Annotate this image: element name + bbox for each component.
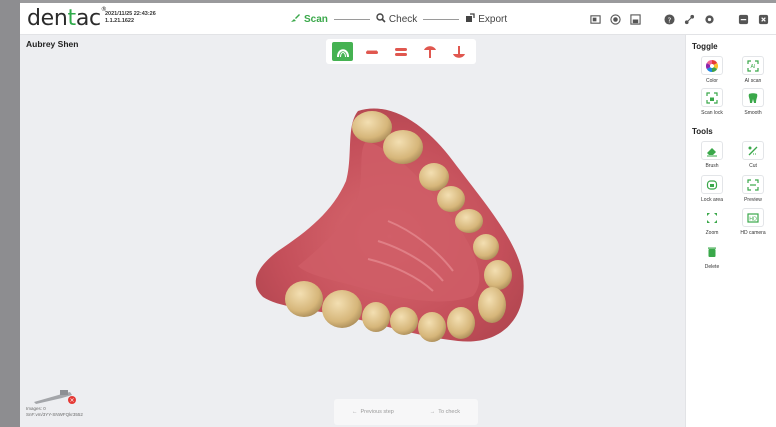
- tool-brush-label: Brush: [705, 163, 719, 169]
- scan-meta: 2021/11/25 22:43:26 1.1.21.1622: [105, 11, 156, 25]
- share-icon[interactable]: [682, 12, 696, 26]
- export-icon: [465, 12, 475, 26]
- step-check-label: Check: [388, 13, 418, 25]
- step-scan-label: Scan: [304, 13, 328, 25]
- previous-step-label: Previous step: [360, 409, 394, 415]
- dentac-logo: dentac®: [27, 6, 107, 31]
- scanbody-icon: [452, 45, 465, 58]
- scanbody-button[interactable]: [448, 42, 469, 61]
- datetime-text: 2021/11/25 22:43:26: [105, 11, 156, 17]
- settings-icon[interactable]: [702, 12, 716, 26]
- toggle-smooth-label: Smooth: [744, 110, 762, 116]
- tool-zoom[interactable]: Zoom: [692, 208, 732, 236]
- lower-jaw-icon: [365, 49, 378, 54]
- top-bar: dentac® 2021/11/25 22:43:26 1.1.21.1622 …: [20, 3, 776, 35]
- ai-scan-icon: AI: [747, 59, 759, 72]
- zoom-icon: [707, 212, 717, 223]
- to-check-label: To check: [438, 409, 460, 415]
- tool-hd-camera[interactable]: HD HD camera: [733, 208, 773, 236]
- bite-button[interactable]: [390, 42, 411, 61]
- patient-name: Aubrey Shen: [26, 39, 79, 49]
- lower-jaw-button[interactable]: [361, 42, 382, 61]
- screenshot-icon[interactable]: [588, 12, 602, 26]
- magnifier-icon: [376, 12, 386, 26]
- tool-lock-area-label: Lock area: [701, 197, 723, 203]
- tool-hd-camera-label: HD camera: [740, 230, 766, 236]
- implant-icon: [423, 45, 436, 58]
- lock-area-icon: [706, 179, 718, 190]
- arrow-left-icon: ←: [351, 409, 358, 415]
- toggle-ai-scan-label: AI scan: [744, 78, 762, 84]
- right-tool-panel: Toggle Color AI AI scan Scan lock Smooth…: [685, 35, 776, 427]
- bite-icon: [394, 47, 407, 56]
- svg-text:HD: HD: [749, 216, 757, 222]
- window-frame-left: [0, 0, 20, 427]
- close-icon[interactable]: [756, 12, 770, 26]
- step-export[interactable]: Export: [465, 12, 508, 26]
- device-serial: SnF:vm/3YY-SNWFQkr3552: [26, 412, 83, 417]
- tool-lock-area[interactable]: Lock area: [692, 175, 732, 203]
- arrow-right-icon: →: [429, 409, 436, 415]
- step-divider: [423, 18, 460, 20]
- implant-button[interactable]: [419, 42, 440, 61]
- record-icon[interactable]: [608, 12, 622, 26]
- tool-delete[interactable]: Delete: [692, 242, 732, 270]
- smooth-tooth-icon: [748, 92, 758, 103]
- step-check[interactable]: Check: [376, 12, 418, 26]
- status-info: Images: 0 SnF:vm/3YY-SNWFQkr3552: [26, 406, 83, 418]
- step-divider: [333, 18, 370, 20]
- tool-brush[interactable]: Brush: [692, 141, 732, 169]
- eraser-icon: [707, 147, 717, 156]
- scanner-device-icon: ×: [34, 390, 76, 404]
- step-scan[interactable]: Scan: [290, 13, 328, 26]
- workflow-steps: Scan Check Export: [290, 12, 507, 26]
- svg-text:AI: AI: [751, 64, 756, 70]
- upper-jaw-button[interactable]: [332, 42, 353, 61]
- previous-step-button[interactable]: ← Previous step: [352, 409, 394, 415]
- hd-camera-icon: HD: [747, 212, 759, 223]
- toggle-color[interactable]: Color: [692, 56, 732, 84]
- version-text: 1.1.21.1622: [105, 18, 135, 24]
- window-toolbar: ?: [582, 12, 770, 26]
- tool-cut-label: Cut: [749, 163, 757, 169]
- help-icon[interactable]: ?: [662, 12, 676, 26]
- brush-icon: [290, 13, 301, 26]
- toggle-smooth[interactable]: Smooth: [733, 88, 773, 116]
- step-navigation: ← Previous step → To check: [334, 399, 478, 425]
- toggle-scan-lock[interactable]: Scan lock: [692, 88, 732, 116]
- tool-preview-label: Preview: [744, 197, 762, 203]
- dental-arch-model[interactable]: [238, 101, 528, 351]
- scan-lock-icon: [706, 91, 718, 104]
- preview-icon: [747, 178, 759, 191]
- tool-preview[interactable]: Preview: [733, 175, 773, 203]
- tools-section-title: Tools: [692, 127, 713, 136]
- step-export-label: Export: [478, 13, 508, 25]
- save-icon[interactable]: [628, 12, 642, 26]
- toggle-scan-lock-label: Scan lock: [701, 110, 723, 116]
- toggle-section-title: Toggle: [692, 42, 718, 51]
- upper-jaw-icon: [336, 48, 349, 57]
- trash-icon: [708, 247, 716, 257]
- to-check-button[interactable]: → To check: [430, 409, 460, 415]
- app-window: dentac® 2021/11/25 22:43:26 1.1.21.1622 …: [20, 3, 776, 427]
- svg-text:×: ×: [69, 397, 74, 404]
- cut-icon: [748, 146, 758, 155]
- tool-cut[interactable]: Cut: [733, 141, 773, 169]
- color-wheel-icon: [706, 59, 718, 72]
- toggle-color-label: Color: [706, 78, 718, 84]
- svg-text:?: ?: [667, 15, 671, 24]
- minimize-icon[interactable]: [736, 12, 750, 26]
- tool-delete-label: Delete: [704, 264, 720, 270]
- tool-zoom-label: Zoom: [705, 230, 719, 236]
- toggle-ai-scan[interactable]: AI AI scan: [733, 56, 773, 84]
- view-toolbar: [326, 39, 476, 64]
